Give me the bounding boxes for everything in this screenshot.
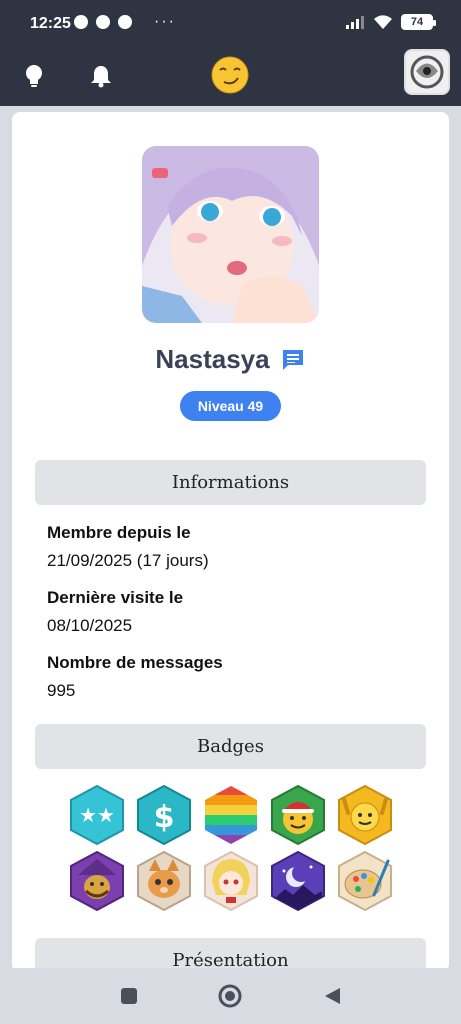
last-visit-label: Dernière visite le — [47, 588, 184, 607]
wifi-icon — [374, 15, 392, 29]
system-icons: 74 — [345, 14, 436, 30]
paint-palette-badge[interactable] — [336, 851, 394, 911]
wizard-icon — [70, 851, 124, 911]
home-circle-icon — [218, 984, 242, 1008]
notifications-button[interactable] — [83, 58, 119, 94]
username-row: Nastasya — [12, 344, 449, 375]
cheering-emoji-badge[interactable] — [336, 785, 394, 845]
system-nav-bar — [0, 968, 461, 1024]
svg-text:$: $ — [154, 800, 175, 835]
cat-icon — [137, 851, 191, 911]
last-visit: Dernière visite le 08/10/2025 — [47, 588, 183, 636]
more-dots-icon: ··· — [154, 13, 176, 30]
lightbulb-button[interactable] — [16, 58, 52, 94]
section-presentation-header: Présentation — [35, 938, 426, 972]
badges-grid: ★★ $ — [68, 785, 394, 911]
moon-night-icon — [271, 851, 325, 911]
profile-card: Nastasya Niveau 49 Informations Membre d… — [12, 112, 449, 972]
wizard-badge[interactable] — [68, 851, 126, 911]
moon-night-badge[interactable] — [269, 851, 327, 911]
signal-icon — [346, 16, 364, 29]
back-triangle-icon — [325, 988, 340, 1004]
rainbow-badge[interactable] — [202, 785, 260, 845]
member-since: Membre depuis le 21/09/2025 (17 jours) — [47, 523, 209, 571]
bell-icon — [91, 66, 111, 88]
paint-palette-icon — [338, 851, 392, 911]
lightbulb-icon — [26, 65, 42, 87]
app-bar — [0, 46, 461, 106]
facebook-icon — [74, 15, 88, 29]
anime-girl-badge[interactable] — [202, 851, 260, 911]
status-bar: 12:25 ··· 74 — [0, 0, 461, 46]
username: Nastasya — [155, 344, 270, 374]
two-stars-icon: ★★ — [70, 785, 124, 845]
dollar-badge[interactable]: $ — [135, 785, 193, 845]
chat-icon — [96, 15, 110, 29]
square-icon — [121, 988, 137, 1004]
two-stars-badge[interactable]: ★★ — [68, 785, 126, 845]
anime-girl-avatar-image — [142, 146, 319, 323]
user-avatar-button[interactable] — [404, 49, 450, 95]
message-count-value: 995 — [47, 681, 76, 700]
app-icon — [118, 15, 132, 29]
member-since-label: Membre depuis le — [47, 523, 191, 542]
profile-picture[interactable] — [142, 146, 319, 323]
recent-apps-button[interactable] — [115, 982, 143, 1010]
anime-girl-icon — [204, 851, 258, 911]
section-badges-header: Badges — [35, 724, 426, 769]
message-icon[interactable] — [280, 347, 306, 373]
message-count-label: Nombre de messages — [47, 653, 223, 672]
battery-icon: 74 — [401, 14, 436, 30]
back-button[interactable] — [318, 982, 346, 1010]
rainbow-icon — [205, 786, 257, 844]
home-button[interactable] — [216, 982, 244, 1010]
smirk-emoji-icon — [211, 56, 249, 94]
message-count: Nombre de messages 995 — [47, 653, 223, 701]
last-visit-value: 08/10/2025 — [47, 616, 133, 635]
smirk-emoji-button[interactable] — [211, 56, 249, 94]
cat-badge[interactable] — [135, 851, 193, 911]
cheering-emoji-icon — [338, 785, 392, 845]
user-avatar — [406, 51, 448, 93]
santa-emoji-badge[interactable] — [269, 785, 327, 845]
section-informations-header: Informations — [35, 460, 426, 505]
dollar-icon: $ — [137, 785, 191, 845]
svg-text:★★: ★★ — [79, 803, 115, 827]
member-since-value: 21/09/2025 (17 jours) — [47, 551, 209, 570]
status-time: 12:25 — [30, 15, 71, 32]
level-badge: Niveau 49 — [180, 391, 281, 421]
santa-emoji-icon — [271, 785, 325, 845]
notification-icons: ··· — [74, 13, 176, 30]
